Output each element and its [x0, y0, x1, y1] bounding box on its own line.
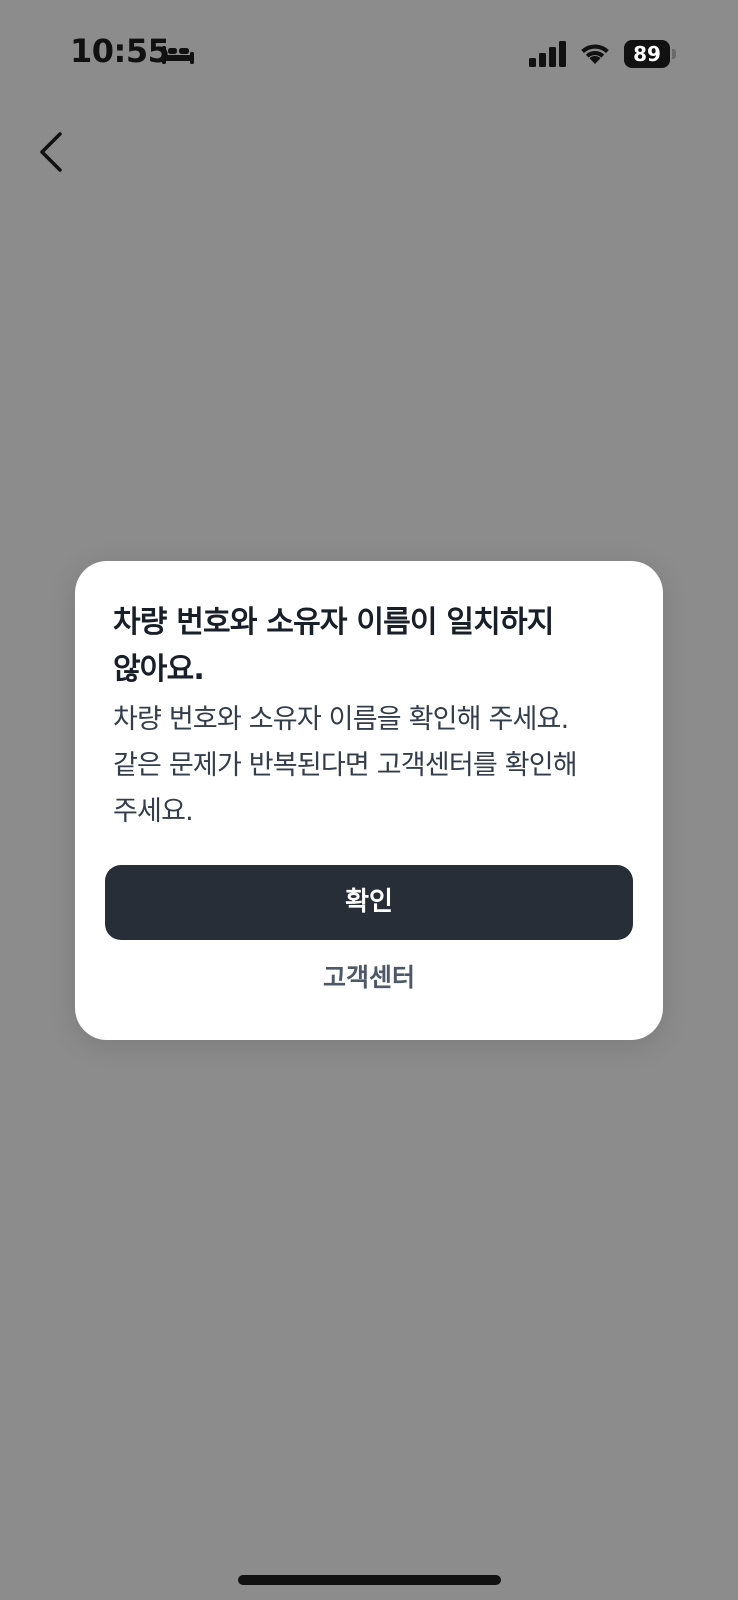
- back-button[interactable]: [30, 124, 78, 180]
- error-dialog: 차량 번호와 소유자 이름이 일치하지 않아요. 차량 번호와 소유자 이름을 …: [75, 561, 663, 1040]
- screen: 10:55 89 차량 번호와 소유자 이름이 일치하지 않아요. 차량 번호와…: [0, 0, 738, 1600]
- wifi-icon: [581, 44, 609, 64]
- battery-level: 89: [624, 40, 670, 68]
- chevron-left-icon: [40, 132, 62, 172]
- home-indicator[interactable]: [238, 1575, 501, 1585]
- battery-nub: [672, 49, 676, 59]
- confirm-button[interactable]: 확인: [105, 865, 633, 940]
- customer-center-button[interactable]: 고객센터: [269, 953, 469, 1003]
- cellular-signal-icon: [529, 41, 566, 67]
- dialog-title: 차량 번호와 소유자 이름이 일치하지 않아요.: [113, 605, 554, 687]
- sleep-focus-icon: [162, 46, 194, 64]
- dialog-message: 차량 번호와 소유자 이름을 확인해 주세요. 같은 문제가 반복된다면 고객센…: [113, 704, 578, 827]
- status-bar: 10:55 89: [0, 0, 738, 110]
- battery-icon: 89: [624, 40, 676, 68]
- status-time: 10:55: [70, 32, 170, 70]
